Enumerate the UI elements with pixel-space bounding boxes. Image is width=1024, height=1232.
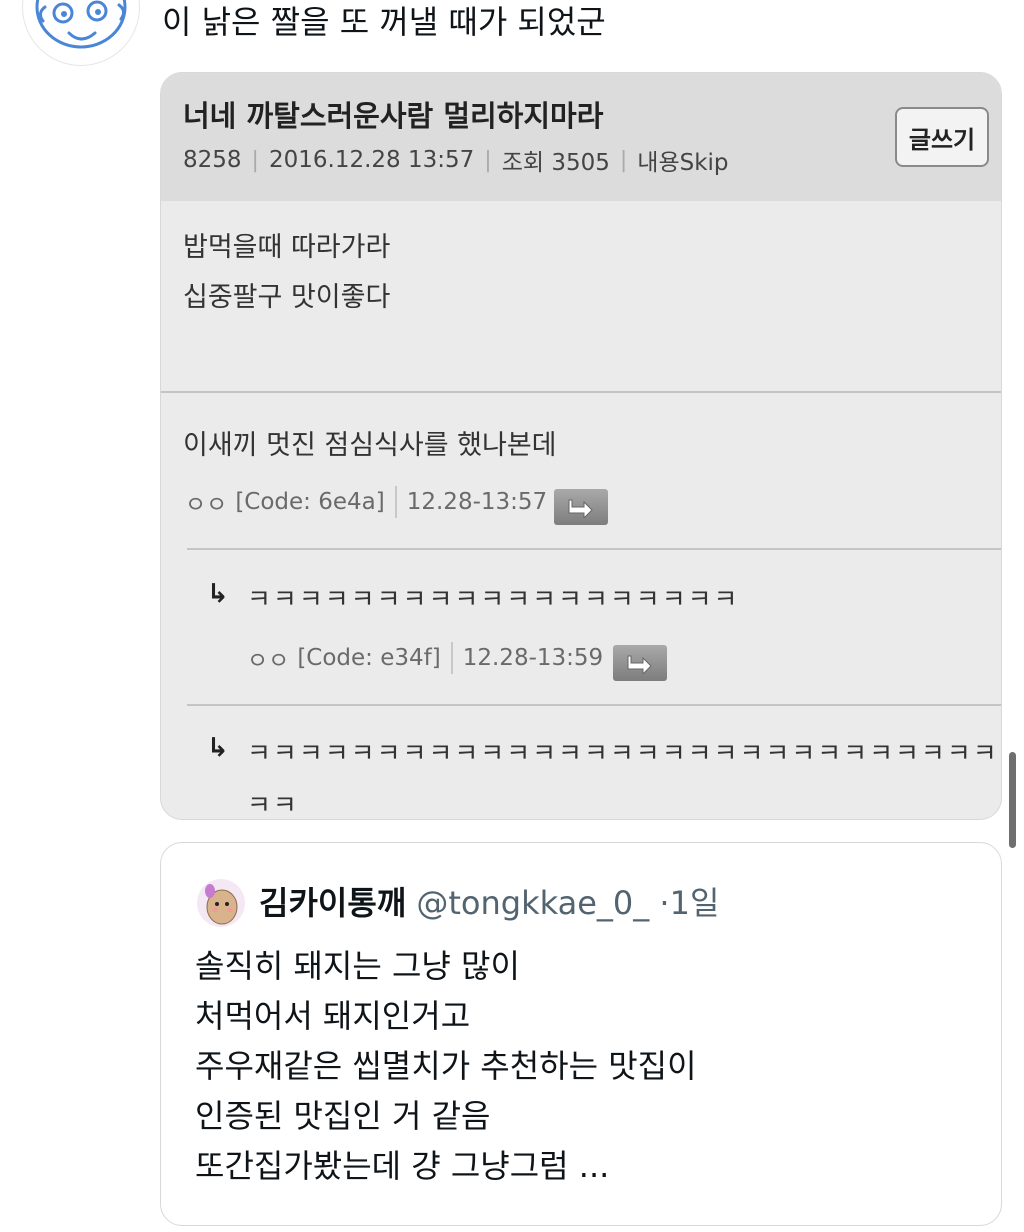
meta-separator: |	[251, 147, 259, 173]
quote-author-handle[interactable]: @tongkkae_0_	[416, 884, 649, 922]
post-body-line: 밥먹을때 따라가라	[183, 232, 391, 263]
reply-indicator-icon: ↳	[207, 733, 229, 763]
post-datetime: 2016.12.28 13:57	[268, 147, 475, 173]
quoted-tweet[interactable]: 김카이통깨 @tongkkae_0_ ·1일 솔직히 돼지는 그냥 많이 처먹어…	[160, 842, 1002, 1226]
divider	[187, 704, 1001, 706]
reply-time: 12.28-13:59	[462, 645, 604, 671]
quote-body: 솔직히 돼지는 그냥 많이 처먹어서 돼지인거고 주우재같은 씹멸치가 추천하는…	[195, 941, 697, 1191]
divider	[161, 391, 1001, 393]
post-number: 8258	[183, 147, 242, 173]
comment-text: 이새끼 멋진 점심식사를 했나본데	[183, 430, 557, 461]
user-avatar[interactable]	[22, 0, 140, 66]
comment-meta: ㅇㅇ [Code: 6e4a] 12.28-13:57	[185, 485, 547, 519]
quote-body-line: 또간집가봤는데 걍 그냥그럼 ...	[195, 1147, 610, 1185]
quote-avatar	[197, 879, 245, 927]
tweet-text: 이 낡은 짤을 또 꺼낼 때가 되었군	[162, 3, 606, 41]
quote-author-name[interactable]: 김카이통깨	[259, 884, 406, 922]
post-body: 밥먹을때 따라가라 십중팔구 맛이좋다	[183, 223, 390, 323]
post-header: 너네 까탈스러운사람 멀리하지마라 8258 | 2016.12.28 13:5…	[161, 73, 1001, 201]
quote-body-line: 솔직히 돼지는 그냥 많이	[195, 947, 520, 985]
reply-arrow-icon	[568, 499, 593, 518]
reply-code: [Code: e34f]	[297, 645, 441, 671]
write-button: 글쓰기	[895, 107, 989, 167]
reply-button	[554, 489, 608, 525]
quote-body-line: 주우재같은 씹멸치가 추천하는 맛집이	[195, 1047, 697, 1085]
meta-separator: |	[484, 147, 492, 173]
quote-body-line: 인증된 맛집인 거 같음	[195, 1097, 491, 1135]
doodle-face-icon	[35, 0, 127, 49]
reply-indicator-icon: ↳	[207, 579, 229, 609]
potato-character-icon	[205, 884, 238, 925]
post-views: 조회 3505	[501, 150, 610, 176]
reply-meta: ㅇㅇ [Code: e34f] 12.28-13:59	[247, 641, 603, 675]
reply-author: ㅇㅇ	[247, 648, 290, 674]
comment-author: ㅇㅇ	[185, 492, 228, 518]
post-meta: 8258 | 2016.12.28 13:57 | 조회 3505 | 내용Sk…	[183, 143, 729, 177]
scrollbar[interactable]	[1009, 752, 1016, 848]
attached-image[interactable]: 너네 까탈스러운사람 멀리하지마라 8258 | 2016.12.28 13:5…	[160, 72, 1002, 820]
reply-button	[613, 645, 667, 681]
post-body-line: 십중팔구 맛이좋다	[183, 282, 391, 313]
post-skip: 내용Skip	[637, 150, 729, 176]
meta-separator	[450, 642, 453, 674]
reply-text: ㅋㅋㅋㅋㅋㅋㅋㅋㅋㅋㅋㅋㅋㅋㅋㅋㅋㅋㅋㅋㅋㅋㅋㅋㅋㅋㅋㅋㅋㅋ	[247, 739, 1002, 769]
quote-time: ·1일	[659, 884, 720, 922]
meta-separator	[394, 486, 397, 518]
meta-separator: |	[619, 147, 628, 173]
comment-code: [Code: 6e4a]	[235, 489, 385, 515]
reply-text: ㅋㅋㅋㅋㅋㅋㅋㅋㅋㅋㅋㅋㅋㅋㅋㅋㅋㅋㅋ	[247, 585, 740, 615]
comment-time: 12.28-13:57	[406, 489, 548, 515]
reply-arrow-icon	[627, 655, 652, 674]
reply-text-continued: ㅋㅋ	[247, 791, 299, 820]
quote-header: 김카이통깨 @tongkkae_0_ ·1일	[259, 879, 719, 927]
quote-body-line: 처먹어서 돼지인거고	[195, 997, 471, 1035]
post-title: 너네 까탈스러운사람 멀리하지마라	[183, 99, 604, 133]
divider	[187, 548, 1001, 550]
